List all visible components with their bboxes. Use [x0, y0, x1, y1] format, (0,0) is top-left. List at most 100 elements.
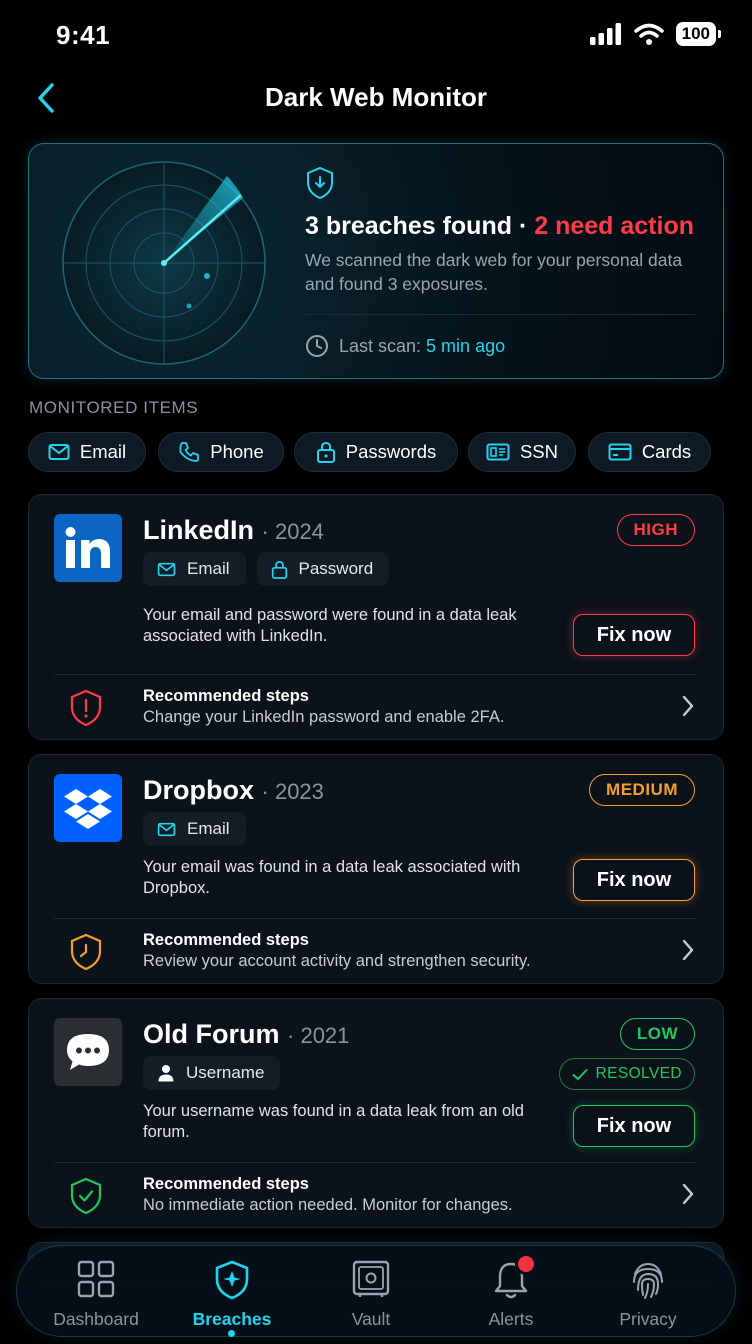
breach-card-old-forum: Old Forum · 2021 LOW RESOLVED Username Y…	[28, 998, 724, 1228]
tag-label: Email	[187, 819, 230, 838]
monitored-items-label: MONITORED ITEMS	[29, 398, 199, 417]
shield-check-icon	[70, 1177, 102, 1215]
active-tab-indicator	[228, 1330, 235, 1337]
breach-name: LinkedIn · 2024	[143, 515, 324, 546]
severity-badge-low: LOW	[619, 1018, 695, 1050]
recommended-steps-row[interactable]: Recommended steps Review your account ac…	[29, 919, 723, 983]
chip-label: Passwords	[345, 441, 437, 462]
chip-cards[interactable]: Cards	[588, 432, 711, 472]
recommended-steps-text: Review your account activity and strengt…	[143, 952, 531, 970]
shield-clock-icon	[70, 933, 102, 971]
recommended-steps-title: Recommended steps	[143, 1175, 309, 1193]
need-action-text: 2 need action	[534, 212, 694, 240]
forum-chat-icon	[54, 1018, 122, 1086]
breach-count-title: 3 breaches found · 2 need action	[305, 212, 694, 241]
breach-year: · 2021	[287, 1023, 350, 1048]
tag-label: Username	[186, 1063, 265, 1082]
linkedin-logo-icon	[54, 514, 122, 582]
grid-icon	[77, 1260, 115, 1298]
shield-alert-icon	[307, 166, 333, 200]
recommended-steps-text: No immediate action needed. Monitor for …	[143, 1196, 513, 1214]
dropbox-logo-icon	[54, 774, 122, 842]
fix-now-button[interactable]: Fix now	[573, 1105, 695, 1147]
battery-indicator: 100	[675, 22, 722, 46]
tag-label: Password	[298, 559, 374, 578]
scan-description: We scanned the dark web for your persona…	[305, 250, 683, 294]
last-scan-value: 5 min ago	[426, 335, 506, 356]
tab-alerts[interactable]: Alerts	[446, 1260, 576, 1332]
breach-description: Your username was found in a data leak f…	[143, 1102, 524, 1141]
id-card-icon	[486, 443, 510, 461]
chip-label: SSN	[519, 441, 559, 462]
tab-dashboard[interactable]: Dashboard	[31, 1260, 161, 1332]
recommended-steps-title: Recommended steps	[143, 687, 309, 705]
monitored-chips: Email Phone Passwords SSN Cards	[28, 432, 728, 472]
breach-title: LinkedIn	[143, 515, 255, 545]
tag-username: Username	[143, 1056, 281, 1090]
chip-label: Phone	[210, 441, 264, 462]
severity-badge-high: HIGH	[616, 514, 695, 546]
tag-password: Password	[256, 552, 390, 586]
tab-bar: Dashboard Breaches Vault Alerts Privacy	[16, 1245, 736, 1337]
last-scan: Last scan: 5 min ago	[305, 334, 505, 358]
chip-passwords[interactable]: Passwords	[294, 432, 458, 472]
header: Dark Web Monitor	[0, 70, 752, 130]
exposed-data-tags: Email	[143, 812, 246, 846]
status-time: 9:41	[56, 20, 111, 50]
chip-phone[interactable]: Phone	[158, 432, 284, 472]
exposed-data-tags: Username	[143, 1056, 281, 1090]
breach-name: Dropbox · 2023	[143, 775, 324, 806]
check-icon	[572, 1068, 588, 1080]
tab-label: Breaches	[192, 1309, 272, 1329]
mail-icon	[157, 562, 176, 576]
lock-icon	[316, 441, 335, 463]
phone-icon	[179, 442, 200, 462]
vault-icon	[352, 1260, 390, 1297]
chip-label: Cards	[641, 441, 692, 462]
exposed-data-tags: Email Password	[143, 552, 390, 586]
severity-badge-medium: MEDIUM	[589, 774, 695, 806]
tab-label: Privacy	[619, 1309, 677, 1329]
recommended-steps-text: Change your LinkedIn password and enable…	[143, 708, 505, 726]
recommended-steps-row[interactable]: Recommended steps No immediate action ne…	[29, 1163, 723, 1227]
breach-year: · 2023	[261, 779, 324, 804]
recommended-steps-row[interactable]: Recommended steps Change your LinkedIn p…	[29, 675, 723, 739]
chevron-right-icon	[682, 695, 694, 717]
credit-card-icon	[608, 443, 632, 461]
tag-email: Email	[143, 812, 246, 846]
breach-description: Your email was found in a data leak asso…	[143, 858, 521, 897]
last-scan-label: Last scan:	[339, 335, 427, 356]
status-icons: 100	[589, 22, 722, 46]
lock-icon	[271, 560, 287, 579]
tag-email: Email	[143, 552, 246, 586]
breach-card-linkedin: LinkedIn · 2024 HIGH Email Password Your…	[28, 494, 724, 740]
resolved-label: RESOLVED	[595, 1065, 682, 1082]
tab-breaches[interactable]: Breaches	[167, 1260, 297, 1332]
breach-card-dropbox: Dropbox · 2023 MEDIUM Email Your email w…	[28, 754, 724, 984]
fix-now-button[interactable]: Fix now	[573, 859, 695, 901]
fingerprint-icon	[633, 1262, 663, 1299]
breach-name: Old Forum · 2021	[143, 1019, 349, 1050]
tab-vault[interactable]: Vault	[306, 1260, 436, 1332]
chevron-right-icon	[682, 939, 694, 961]
chip-email[interactable]: Email	[28, 432, 146, 472]
breach-year: · 2024	[261, 519, 324, 544]
status-bar: 9:41 100	[0, 0, 752, 70]
tab-label: Alerts	[488, 1309, 534, 1329]
tab-label: Dashboard	[53, 1309, 139, 1329]
chevron-right-icon	[682, 1183, 694, 1205]
tab-privacy[interactable]: Privacy	[583, 1260, 713, 1332]
user-icon	[158, 1065, 174, 1082]
clock-icon	[306, 335, 328, 357]
fix-now-button[interactable]: Fix now	[573, 614, 695, 656]
alert-notification-badge	[515, 1253, 537, 1275]
tag-label: Email	[187, 559, 230, 578]
wifi-icon	[633, 23, 664, 45]
shield-warning-icon	[70, 689, 102, 727]
scan-summary-card: 3 breaches found · 2 need action We scan…	[28, 143, 724, 379]
breach-title: Old Forum	[143, 1019, 280, 1049]
breach-description: Your email and password were found in a …	[143, 606, 517, 645]
breach-count-text: 3 breaches found ·	[305, 212, 535, 240]
chip-ssn[interactable]: SSN	[468, 432, 576, 472]
resolved-badge: RESOLVED	[558, 1058, 695, 1090]
